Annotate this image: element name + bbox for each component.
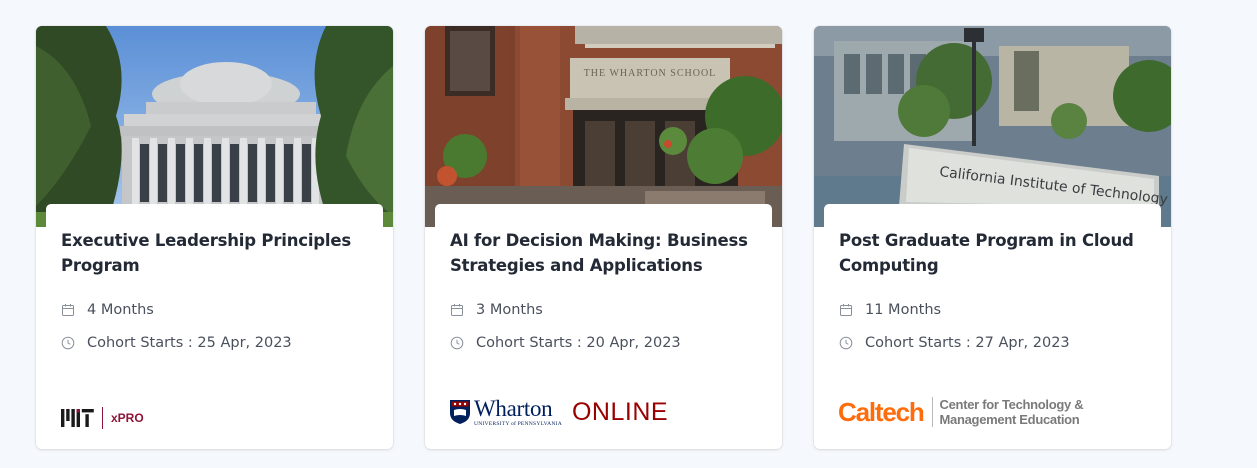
program-title[interactable]: AI for Decision Making: Business Strateg… xyxy=(450,228,750,278)
mit-logo-mark xyxy=(61,409,94,427)
program-cohort: Cohort Starts : 27 Apr, 2023 xyxy=(839,335,1070,351)
online-label: ONLINE xyxy=(571,397,669,426)
program-cohort-text: Cohort Starts : 25 Apr, 2023 xyxy=(87,335,292,351)
mit-xpro-logo: xPRO xyxy=(61,400,144,436)
ctme-tagline-line-1: Center for Technology & xyxy=(939,397,1084,412)
program-card-cloud-computing[interactable]: California Institute of Technology Post … xyxy=(814,26,1171,449)
wharton-subtitle: UNIVERSITY of PENNSYLVANIA xyxy=(474,420,562,427)
penn-shield-icon xyxy=(450,400,470,424)
wharton-wordmark: Wharton xyxy=(474,395,553,421)
ctme-tagline-line-2: Management Education xyxy=(939,412,1080,427)
program-duration-text: 3 Months xyxy=(476,302,543,318)
caltech-ctme-logo: Caltech Center for Technology & Manageme… xyxy=(838,394,1084,430)
calendar-icon xyxy=(61,303,75,317)
logo-divider xyxy=(102,407,103,429)
caltech-wordmark: Caltech xyxy=(838,396,925,427)
wharton-online-logo: Wharton UNIVERSITY of PENNSYLVANIA ONLIN… xyxy=(449,394,668,430)
xpro-label: xPRO xyxy=(111,411,144,425)
program-duration: 11 Months xyxy=(839,302,941,318)
program-cohort: Cohort Starts : 20 Apr, 2023 xyxy=(450,335,681,351)
program-card-executive-leadership[interactable]: Executive Leadership Principles Program … xyxy=(36,26,393,449)
program-card-body: Post Graduate Program in Cloud Computing… xyxy=(824,204,1161,449)
program-cohort-text: Cohort Starts : 20 Apr, 2023 xyxy=(476,335,681,351)
program-card-ai-decision-making[interactable]: THE WHARTON SCHOOL AI for Decision Makin… xyxy=(425,26,782,449)
clock-icon xyxy=(839,336,853,350)
clock-icon xyxy=(450,336,464,350)
calendar-icon xyxy=(450,303,464,317)
program-title[interactable]: Post Graduate Program in Cloud Computing xyxy=(839,228,1139,278)
program-cohort: Cohort Starts : 25 Apr, 2023 xyxy=(61,335,292,351)
program-title[interactable]: Executive Leadership Principles Program xyxy=(61,228,361,278)
program-card-body: AI for Decision Making: Business Strateg… xyxy=(435,204,772,449)
program-cohort-text: Cohort Starts : 27 Apr, 2023 xyxy=(865,335,1070,351)
wharton-building-sign: THE WHARTON SCHOOL xyxy=(584,68,717,79)
program-card-body: Executive Leadership Principles Program … xyxy=(46,204,383,449)
program-duration: 4 Months xyxy=(61,302,154,318)
program-duration-text: 11 Months xyxy=(865,302,942,318)
program-image-wharton-building: THE WHARTON SCHOOL xyxy=(425,26,782,227)
logo-divider xyxy=(931,397,933,427)
program-image-mit-dome xyxy=(36,26,393,227)
program-image-caltech-entrance: California Institute of Technology xyxy=(814,26,1171,227)
clock-icon xyxy=(61,336,75,350)
calendar-icon xyxy=(839,303,853,317)
program-duration-text: 4 Months xyxy=(87,302,154,318)
program-duration: 3 Months xyxy=(450,302,543,318)
ctme-tagline: Center for Technology & Management Educa… xyxy=(940,397,1084,427)
